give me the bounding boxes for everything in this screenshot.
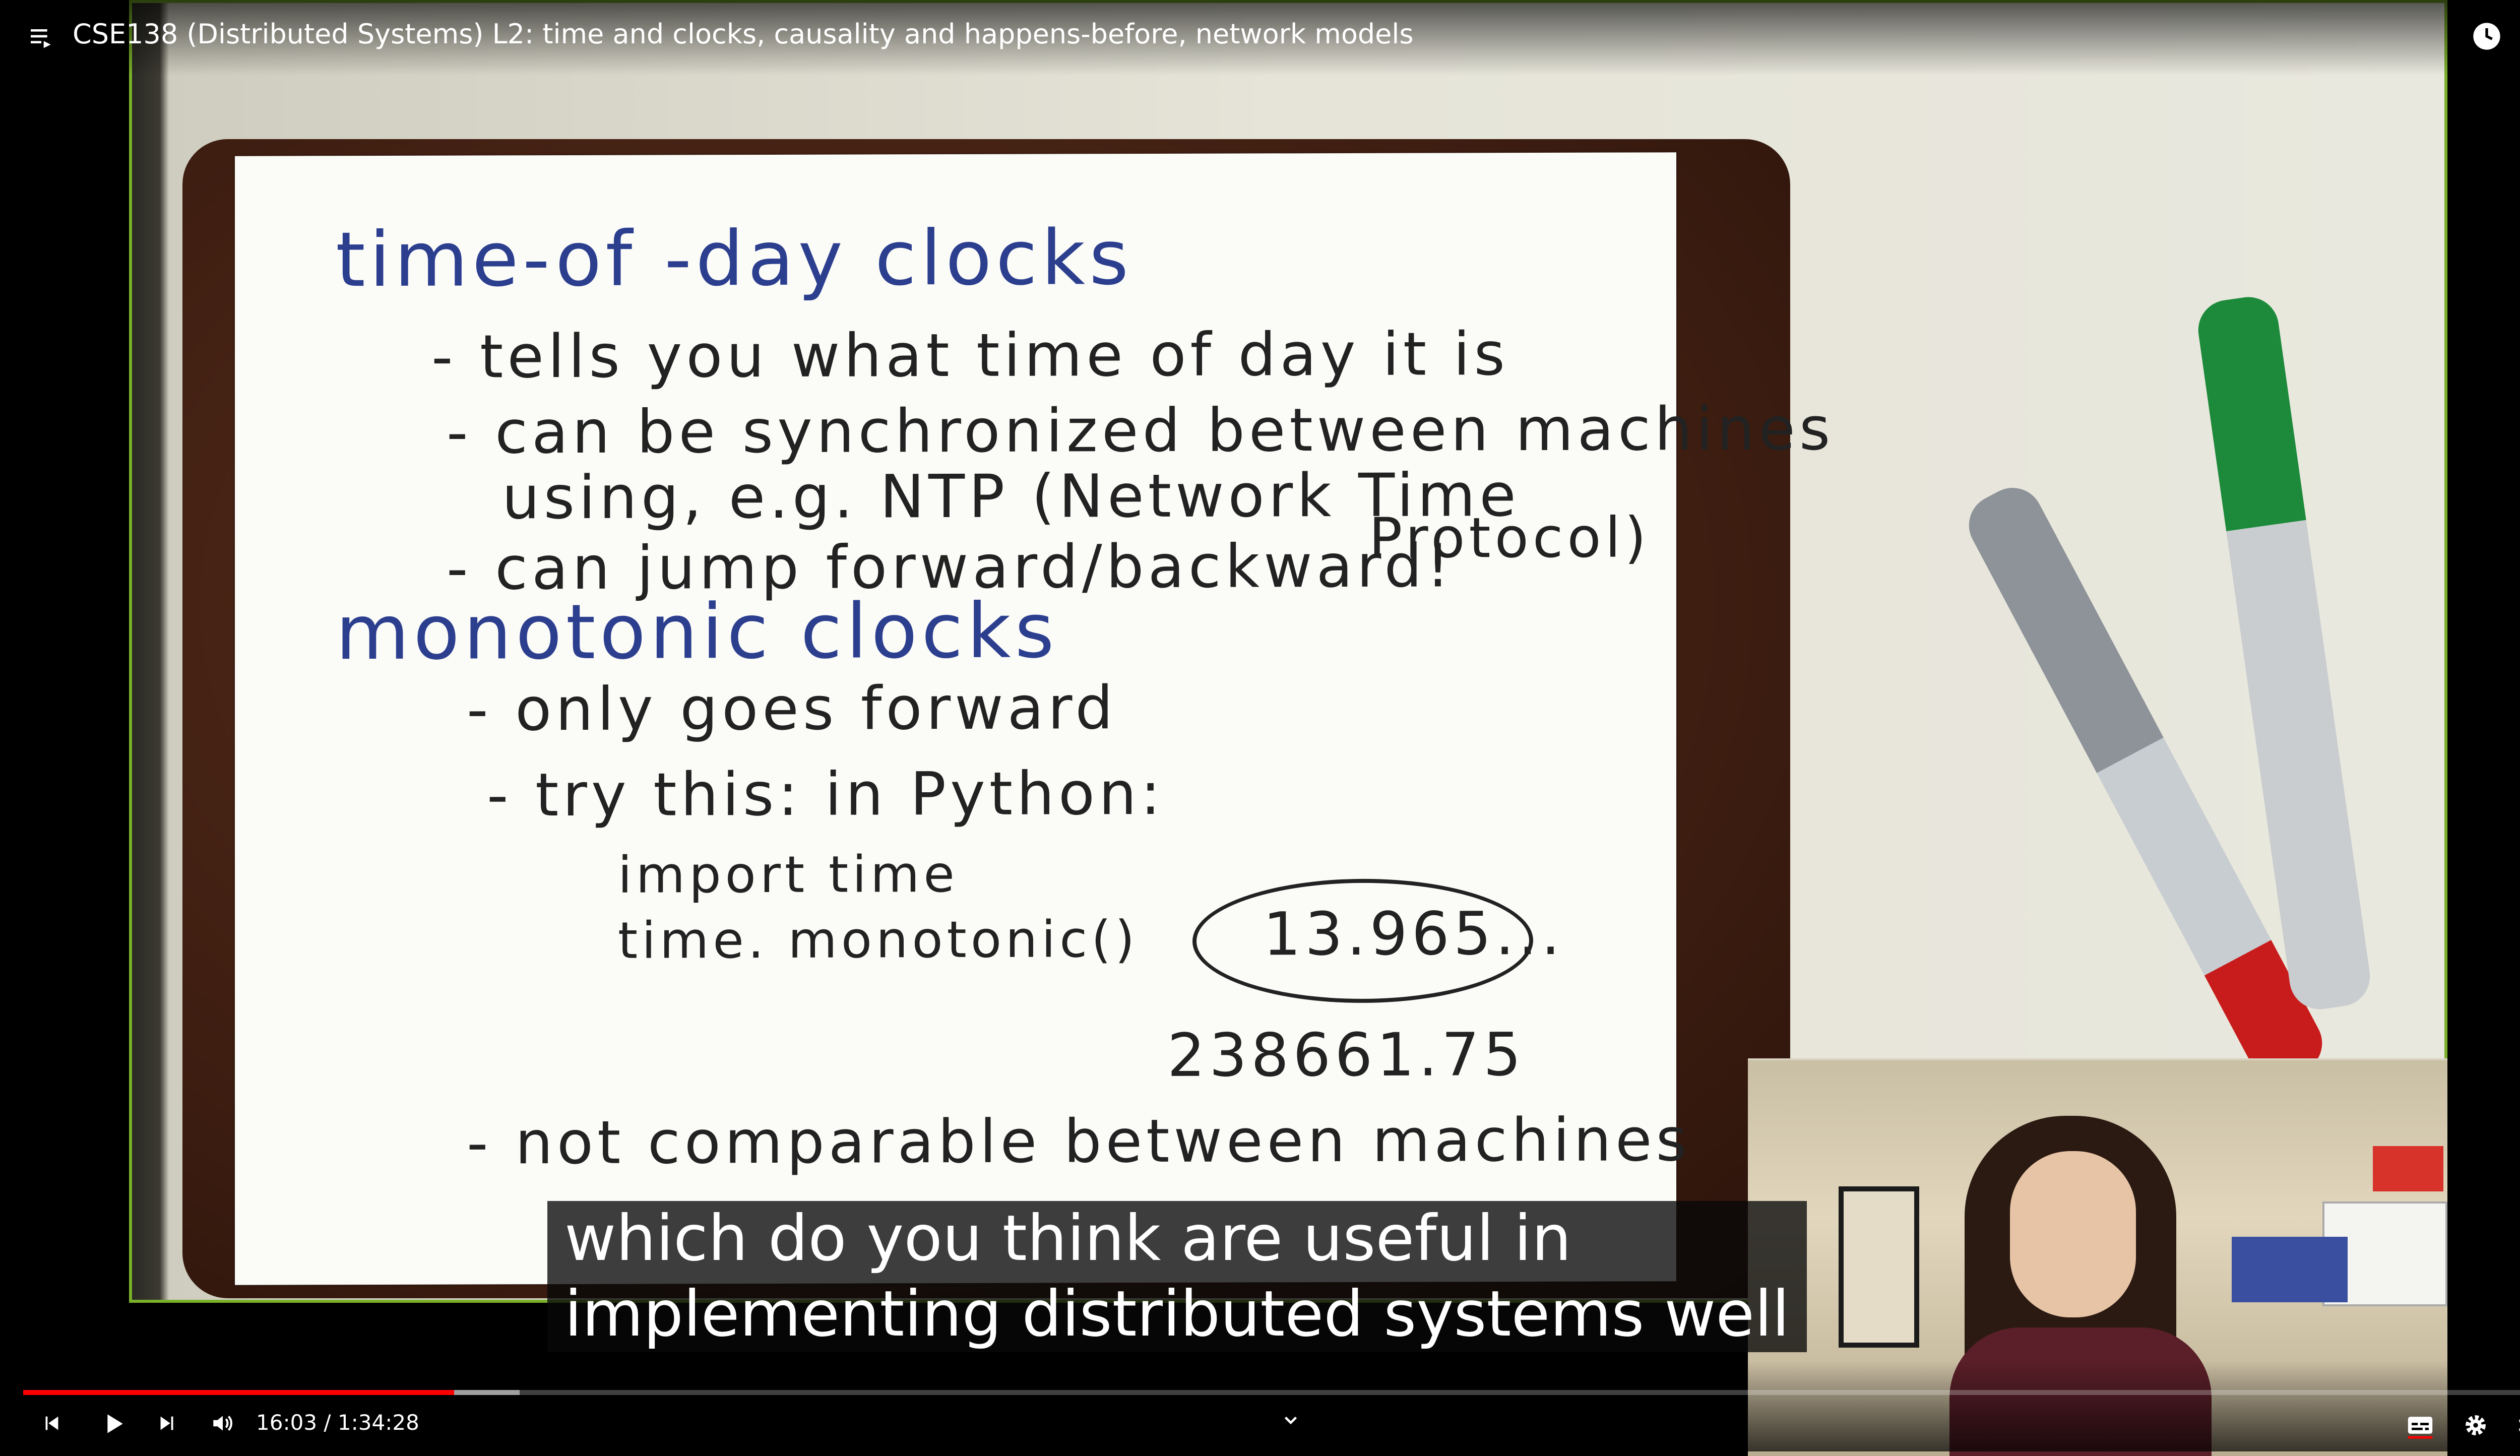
video-player[interactable]: time-of -day clocks - tells you what tim… bbox=[0, 0, 2520, 1456]
progress-bar[interactable] bbox=[23, 1390, 2520, 1395]
slide-value: 13.965... bbox=[1263, 898, 1564, 969]
handwritten-slide: time-of -day clocks - tells you what tim… bbox=[235, 152, 1834, 1285]
time-display: 16:03 / 1:34:28 bbox=[256, 1410, 419, 1435]
slide-line: - tells you what time of day it is bbox=[431, 319, 1509, 392]
presenter-face bbox=[2010, 1151, 2136, 1317]
slide-line: - try this: in Python: bbox=[487, 758, 1165, 830]
slide-heading-time-of-day: time-of -day clocks bbox=[336, 214, 1133, 304]
slide-code: time. monotonic() bbox=[618, 910, 1139, 970]
skip-next-icon[interactable] bbox=[152, 1408, 182, 1438]
volume-icon[interactable] bbox=[208, 1408, 238, 1438]
gear-icon[interactable] bbox=[2460, 1409, 2492, 1441]
exit-fullscreen-icon[interactable] bbox=[2513, 1409, 2520, 1441]
slide-code: import time bbox=[618, 844, 959, 905]
slide-line: - only goes forward bbox=[467, 673, 1117, 744]
caption-line-2: implementing distributed systems well bbox=[564, 1278, 1790, 1351]
chevron-down-icon[interactable] bbox=[1278, 1407, 1303, 1432]
top-bar: CSE138 (Distributed Systems) L2: time an… bbox=[0, 0, 2520, 76]
play-icon[interactable] bbox=[96, 1406, 131, 1441]
slide-line: - can be synchronized between machines bbox=[447, 394, 1835, 467]
slide-heading-monotonic: monotonic clocks bbox=[336, 587, 1058, 677]
skip-previous-icon[interactable] bbox=[36, 1408, 67, 1438]
slide-line: - not comparable between machines bbox=[467, 1105, 1691, 1178]
captions-icon[interactable] bbox=[2404, 1409, 2436, 1441]
playlist-icon[interactable] bbox=[25, 20, 57, 52]
played-bar bbox=[23, 1390, 454, 1395]
clock-icon[interactable] bbox=[2470, 19, 2504, 53]
wall-art bbox=[2373, 1146, 2443, 1191]
wall-frame bbox=[1839, 1186, 1919, 1348]
slide-value: 238661.75 bbox=[1167, 1020, 1526, 1090]
caption-window: which do you think are useful in impleme… bbox=[547, 1201, 1807, 1352]
slide-line: using, e.g. NTP (Network Time bbox=[502, 460, 1520, 533]
control-bar bbox=[0, 1361, 2520, 1451]
bookshelf bbox=[2232, 1237, 2348, 1302]
video-title[interactable]: CSE138 (Distributed Systems) L2: time an… bbox=[73, 18, 1414, 50]
caption-line-1: which do you think are useful in bbox=[564, 1202, 1571, 1275]
